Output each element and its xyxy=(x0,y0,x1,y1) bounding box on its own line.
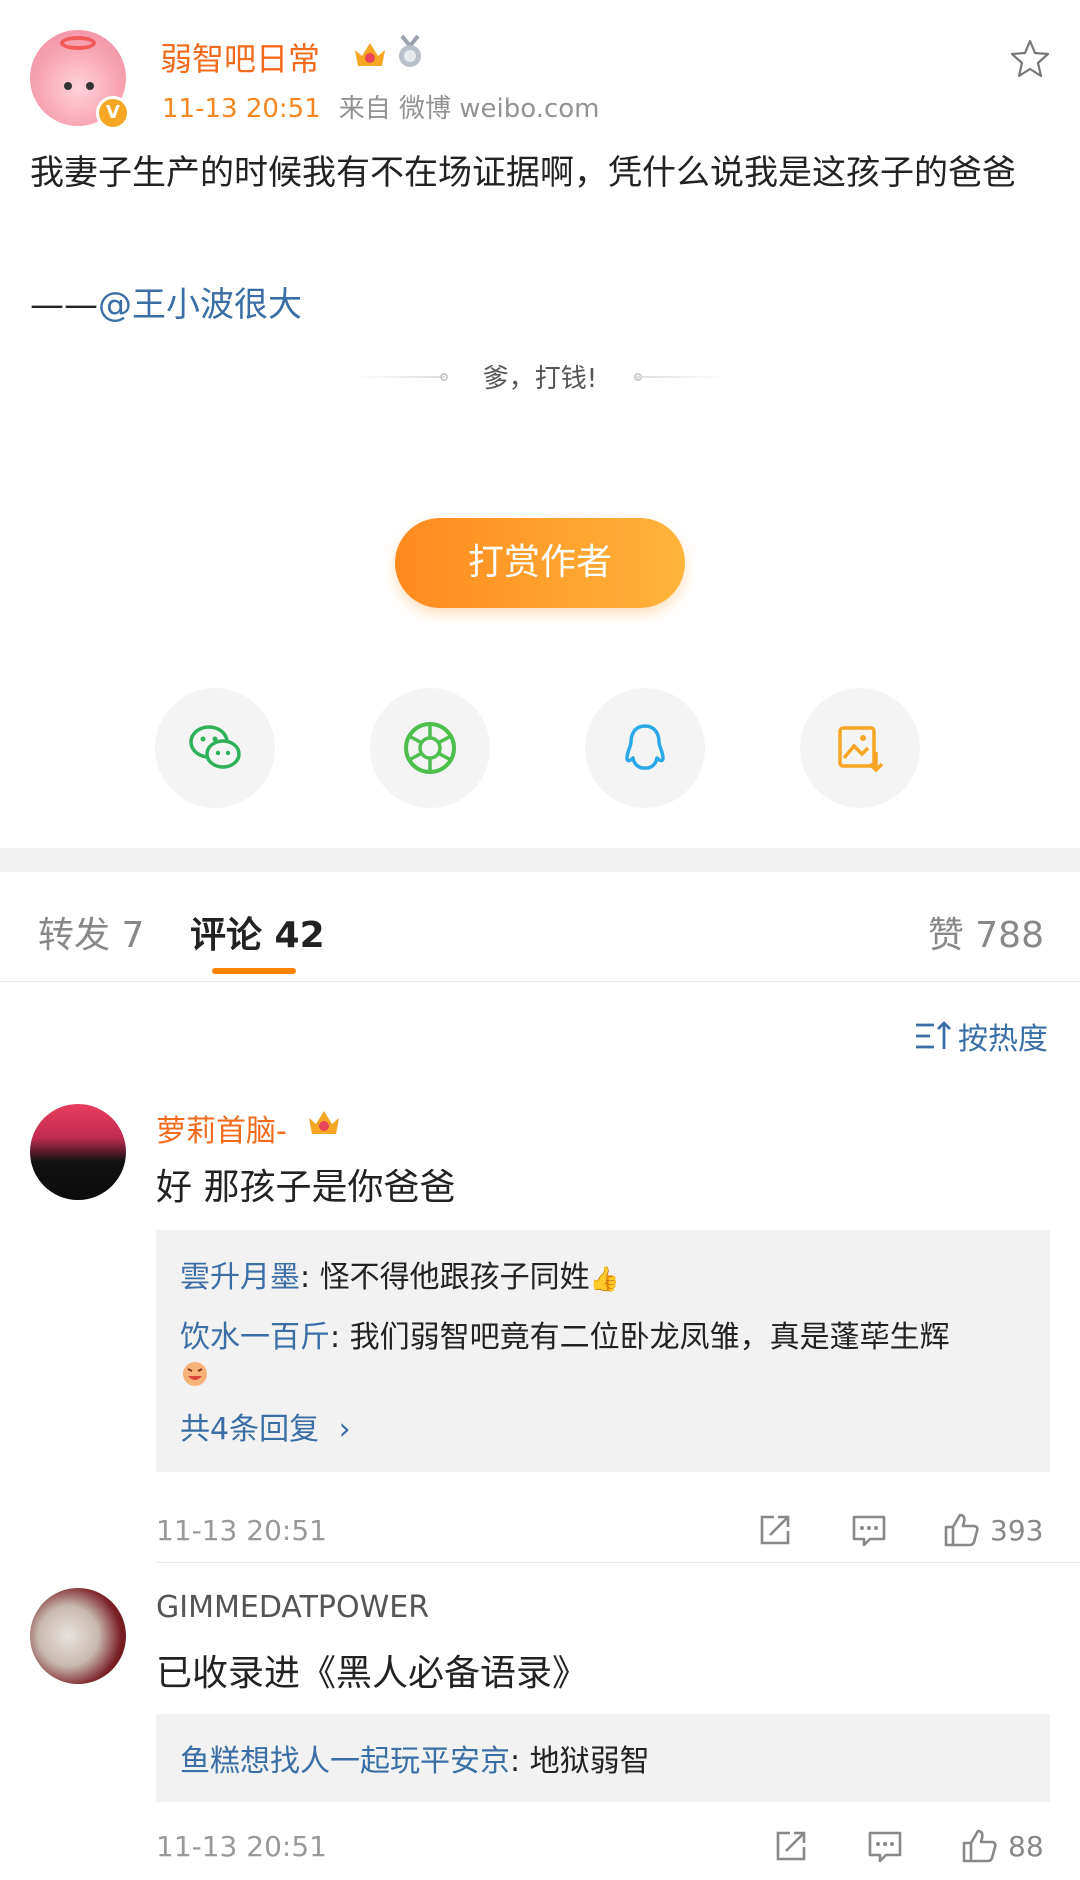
post-time: 11-13 20:51 xyxy=(162,94,321,124)
thumbs-up-icon xyxy=(962,1829,997,1863)
mention-link[interactable]: @王小波很大 xyxy=(98,285,302,325)
commenter-avatar[interactable] xyxy=(30,1104,126,1200)
reply-user[interactable]: 饮水一百斤 xyxy=(180,1320,330,1355)
comment-icon xyxy=(852,1515,886,1547)
reply-preview-box[interactable]: 鱼糕想找人一起玩平安京: 地狱弱智 xyxy=(156,1714,1050,1802)
vip-crown-icon xyxy=(355,43,385,66)
reward-author-button[interactable]: 打赏作者 xyxy=(395,518,685,608)
reply-comment-button[interactable] xyxy=(850,1510,888,1550)
verified-badge-icon: V xyxy=(96,96,130,130)
qq-icon xyxy=(625,724,665,770)
reply-text: : 我们弱智吧竟有二位卧龙凤雏，真是蓬荜生辉 xyxy=(330,1320,950,1355)
comment-item: 萝莉首脑- 好 那孩子是你爸爸 雲升月墨: 怪不得他跟孩子同姓👍 饮水一百斤: … xyxy=(0,1104,1080,1574)
share-moments-button[interactable] xyxy=(370,688,490,808)
post-meta: 11-13 20:51 来自 微博 weibo.com xyxy=(162,88,600,125)
sort-icon xyxy=(916,1021,951,1049)
vip-crown-icon xyxy=(309,1111,339,1134)
reward-slogan: 爹，打钱! xyxy=(482,364,598,394)
post-credit: ——@王小波很大 xyxy=(30,280,302,330)
thumbs-up-icon xyxy=(944,1513,979,1547)
medal-icon xyxy=(399,34,421,67)
view-all-replies-link[interactable]: 共4条回复 › xyxy=(180,1404,351,1448)
comment-text: 好 那孩子是你爸爸 xyxy=(156,1167,456,1208)
comment-time: 11-13 20:51 xyxy=(156,1514,327,1547)
wechat-icon xyxy=(189,725,241,769)
sort-by-hot-button[interactable]: 按热度 xyxy=(914,1014,1048,1058)
comment-item: GIMMEDATPOWER 已收录进《黑人必备语录》 鱼糕想找人一起玩平安京: … xyxy=(0,1588,1080,1880)
thumbs-up-emoji-icon: 👍 xyxy=(589,1265,620,1293)
commenter-name[interactable]: 萝莉首脑- xyxy=(156,1106,287,1150)
interaction-tabs: 转发 7 评论 42 赞 788 xyxy=(0,872,1080,982)
commenter-name[interactable]: GIMMEDATPOWER xyxy=(156,1590,429,1625)
reply-text: : 怪不得他跟孩子同姓 xyxy=(300,1260,590,1295)
author-name[interactable]: 弱智吧日常 xyxy=(160,34,320,80)
post-body-text: 我妻子生产的时候我有不在场证据啊，凭什么说我是这孩子的爸爸 xyxy=(30,153,1016,193)
comment-icon xyxy=(868,1831,902,1863)
slogan-divider-right xyxy=(635,376,725,378)
reply-item: 鱼糕想找人一起玩平安京: 地狱弱智 xyxy=(180,1736,650,1780)
reply-text: : 地狱弱智 xyxy=(510,1744,650,1779)
more-replies-label: 共4条回复 xyxy=(180,1412,320,1447)
tab-repost[interactable]: 转发 7 xyxy=(38,906,144,958)
repost-comment-button[interactable] xyxy=(772,1826,810,1866)
reply-item: 雲升月墨: 怪不得他跟孩子同姓👍 xyxy=(180,1252,620,1296)
sort-label: 按热度 xyxy=(958,1022,1048,1057)
reply-user[interactable]: 鱼糕想找人一起玩平安京 xyxy=(180,1744,510,1779)
tab-likes[interactable]: 赞 788 xyxy=(928,906,1044,958)
favorite-star-icon[interactable] xyxy=(1010,38,1050,78)
repost-comment-button[interactable] xyxy=(756,1510,794,1550)
laughing-emoji-icon xyxy=(183,1362,207,1386)
share-qq-button[interactable] xyxy=(585,688,705,808)
tab-comments[interactable]: 评论 42 xyxy=(190,906,325,958)
post-header: V 弱智吧日常 11-13 20:51 来自 微博 weibo.com xyxy=(30,30,1050,140)
credit-prefix: —— xyxy=(30,285,98,325)
chevron-right-icon: › xyxy=(338,1412,351,1447)
comment-text: 已收录进《黑人必备语录》 xyxy=(156,1653,589,1694)
like-count: 88 xyxy=(1008,1829,1044,1863)
commenter-avatar[interactable] xyxy=(30,1588,126,1684)
reply-user[interactable]: 雲升月墨 xyxy=(180,1260,300,1295)
reply-preview-box[interactable]: 雲升月墨: 怪不得他跟孩子同姓👍 饮水一百斤: 我们弱智吧竟有二位卧龙凤雏，真是… xyxy=(156,1230,1050,1472)
share-wechat-button[interactable] xyxy=(155,688,275,808)
comment-time: 11-13 20:51 xyxy=(156,1830,327,1863)
active-tab-indicator xyxy=(212,968,296,974)
save-image-icon xyxy=(838,726,884,773)
reply-comment-button[interactable] xyxy=(866,1826,904,1866)
like-count: 393 xyxy=(990,1513,1044,1547)
comment-divider xyxy=(156,1562,1080,1563)
reply-item: 饮水一百斤: 我们弱智吧竟有二位卧龙凤雏，真是蓬荜生辉 xyxy=(180,1312,950,1356)
like-comment-button[interactable]: 393 xyxy=(942,1510,1043,1550)
section-divider xyxy=(0,848,1080,872)
like-comment-button[interactable]: 88 xyxy=(960,1826,1044,1866)
post-source[interactable]: 来自 微博 weibo.com xyxy=(339,94,600,124)
share-icon xyxy=(776,1831,806,1861)
save-image-button[interactable] xyxy=(800,688,920,808)
moments-icon xyxy=(404,722,456,774)
share-icon xyxy=(760,1515,790,1545)
share-row xyxy=(0,688,1080,808)
